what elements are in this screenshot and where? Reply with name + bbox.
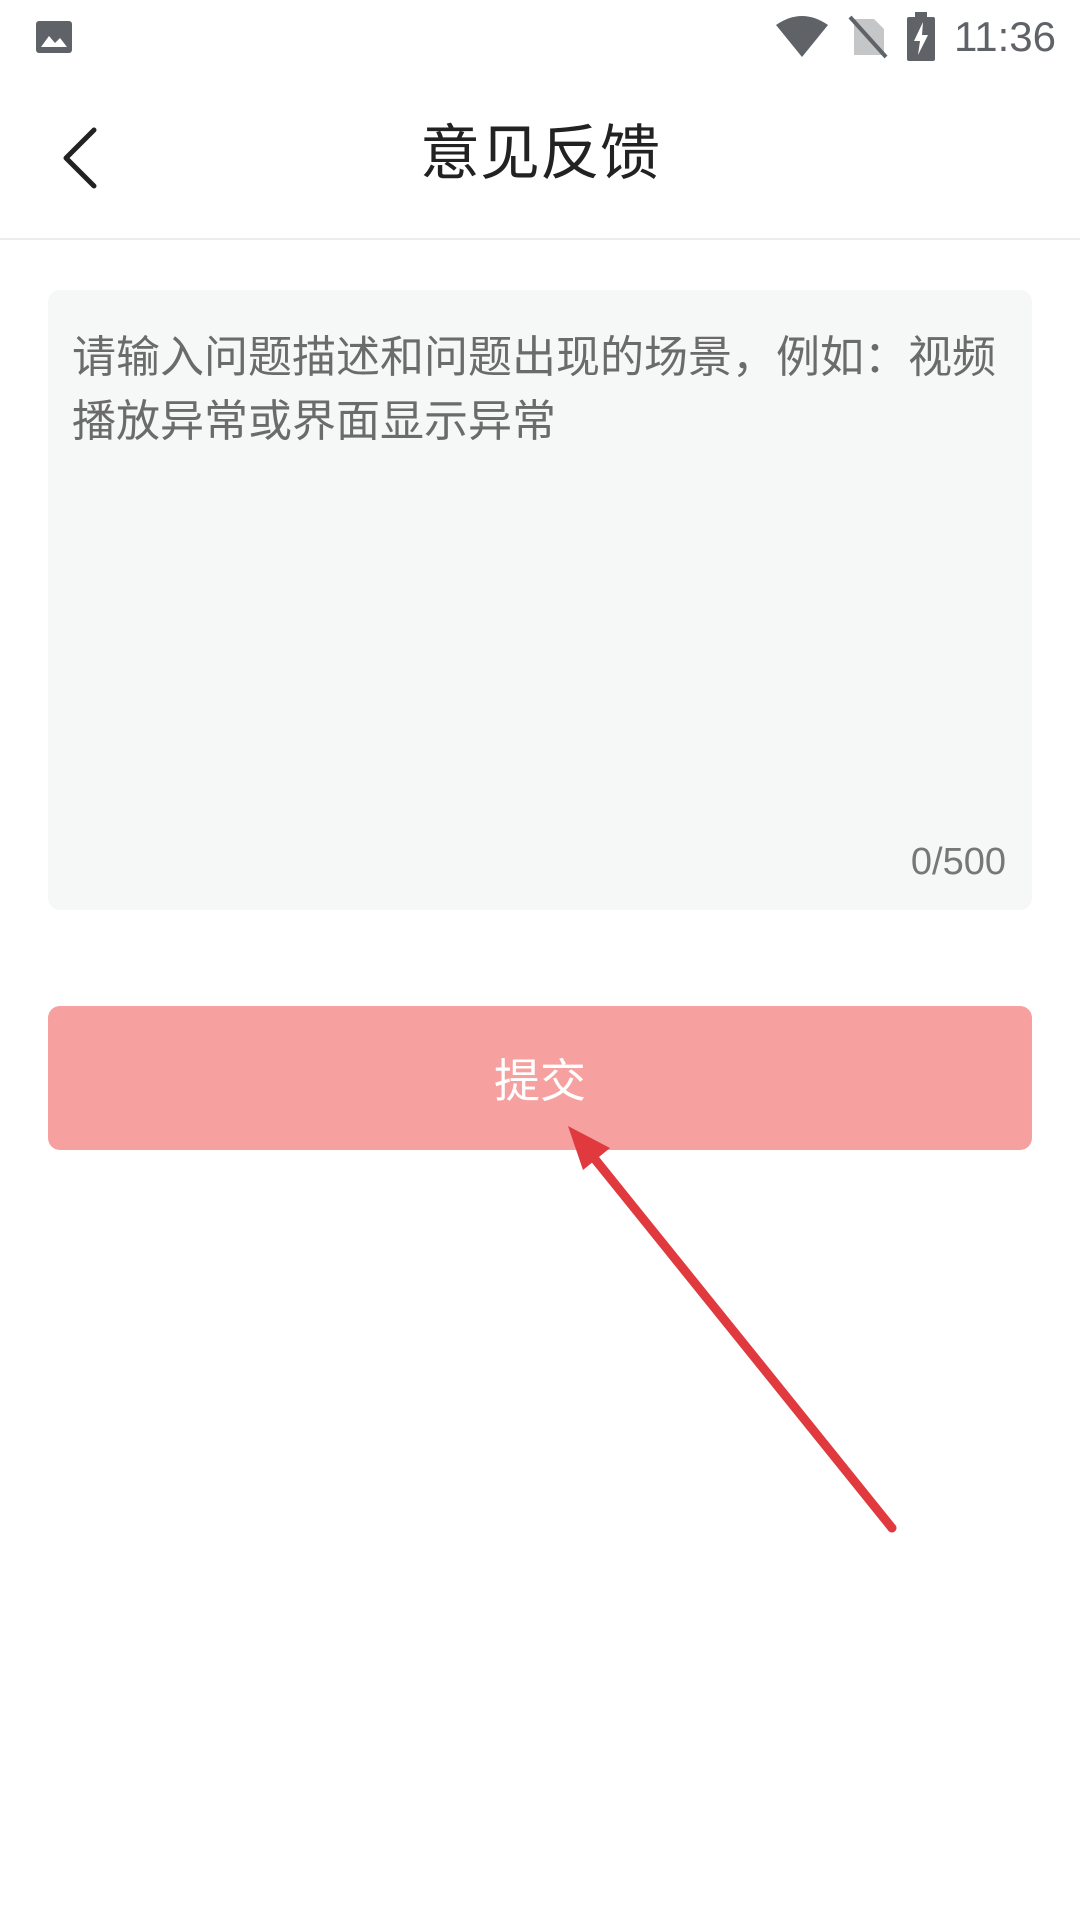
image-notification-icon	[36, 21, 72, 53]
battery-charging-icon	[907, 12, 935, 61]
wifi-icon	[776, 16, 828, 57]
feedback-input-container: 0/500	[48, 290, 1032, 910]
status-time: 11:36	[954, 13, 1056, 60]
submit-button[interactable]: 提交	[48, 1006, 1032, 1150]
feedback-textarea[interactable]	[72, 326, 1012, 826]
status-bar: 11:36	[0, 0, 1080, 74]
app-header: 意见反馈	[0, 74, 1080, 240]
no-sim-icon	[848, 15, 888, 59]
status-icons: 11:36	[774, 0, 1056, 74]
page-title: 意见反馈	[420, 119, 660, 189]
feedback-screen: 11:36 意见反馈 0/500 提交	[0, 0, 1080, 1920]
annotation-arrow	[568, 1126, 897, 1533]
character-counter: 0/500	[910, 841, 1006, 883]
